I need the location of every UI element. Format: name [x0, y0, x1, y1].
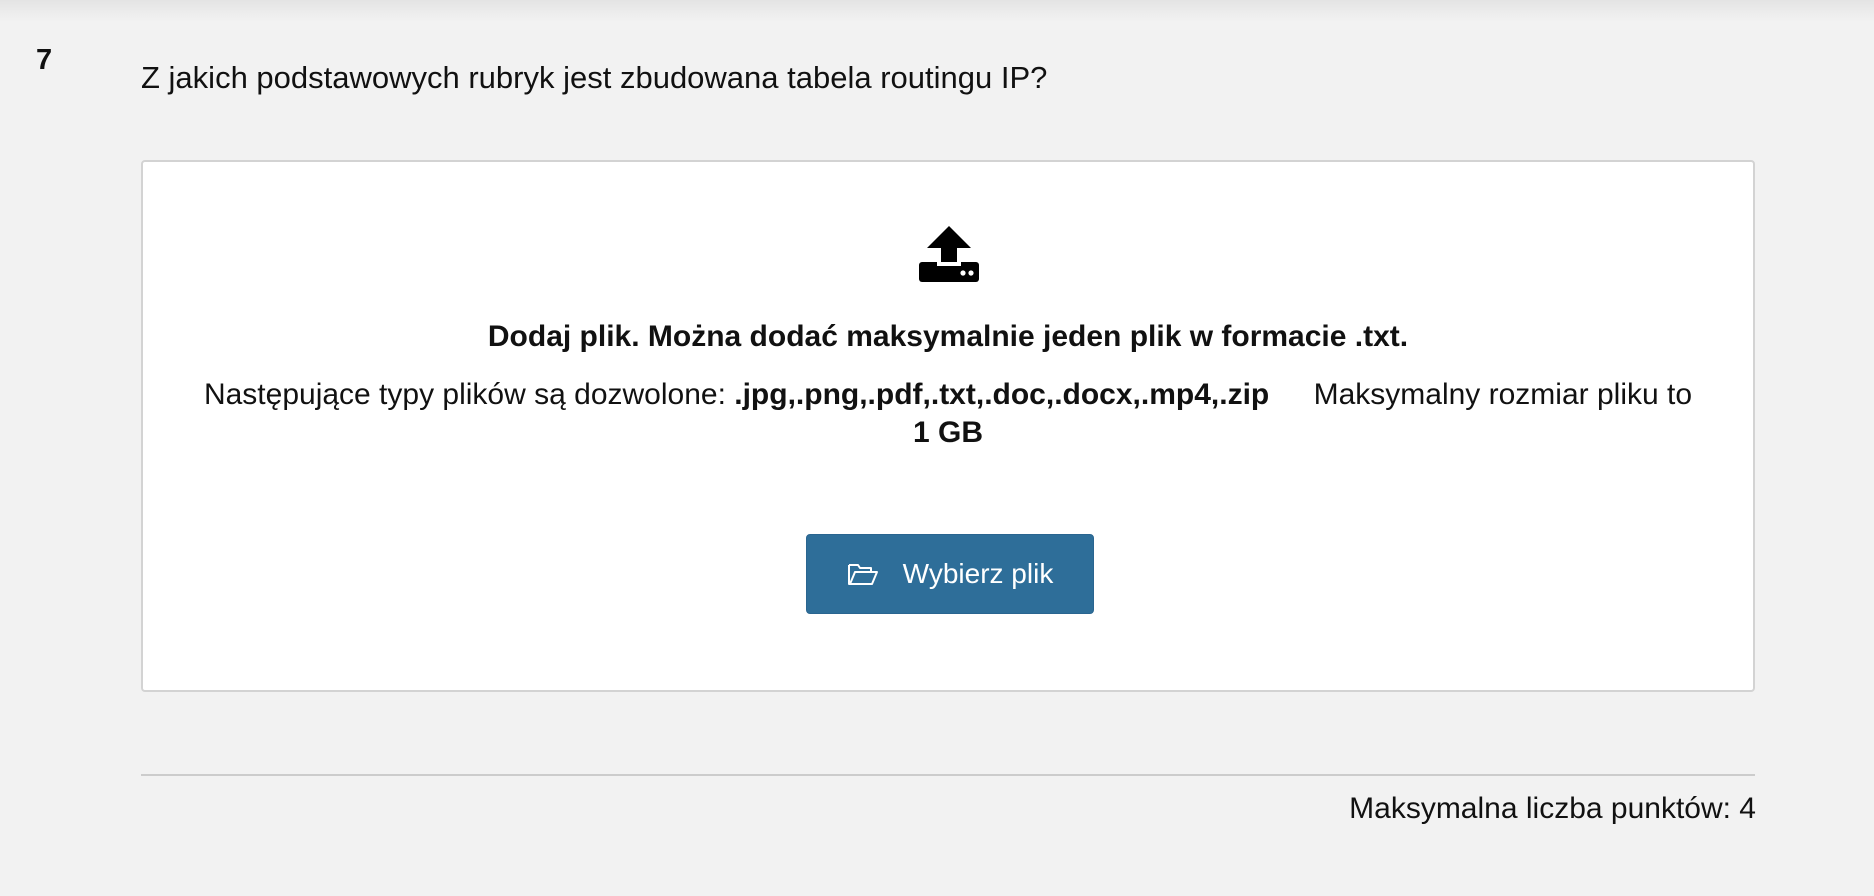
upload-info: Następujące typy plików są dozwolone: .j…: [203, 376, 1693, 452]
upload-icon: [919, 226, 979, 282]
max-size-value: 1 GB: [912, 416, 984, 449]
max-size-label: Maksymalny rozmiar pliku to: [1313, 378, 1693, 411]
divider: [141, 774, 1755, 776]
choose-file-button[interactable]: Wybierz plik: [806, 534, 1094, 614]
max-points: Maksymalna liczba punktów: 4: [1349, 792, 1756, 825]
upload-title: Dodaj plik. Można dodać maksymalnie jede…: [487, 320, 1409, 353]
question-number: 7: [36, 44, 53, 76]
allowed-types: .jpg,.png,.pdf,.txt,.doc,.docx,.mp4,.zip: [734, 378, 1270, 411]
folder-open-icon: [847, 564, 878, 585]
top-shade: [0, 0, 1874, 22]
choose-file-button-label: Wybierz plik: [902, 558, 1054, 589]
allowed-types-label: Następujące typy plików są dozwolone:: [203, 378, 726, 411]
file-upload-dropzone[interactable]: Dodaj plik. Można dodać maksymalnie jede…: [141, 160, 1755, 692]
question-text: Z jakich podstawowych rubryk jest zbudow…: [141, 60, 1048, 95]
